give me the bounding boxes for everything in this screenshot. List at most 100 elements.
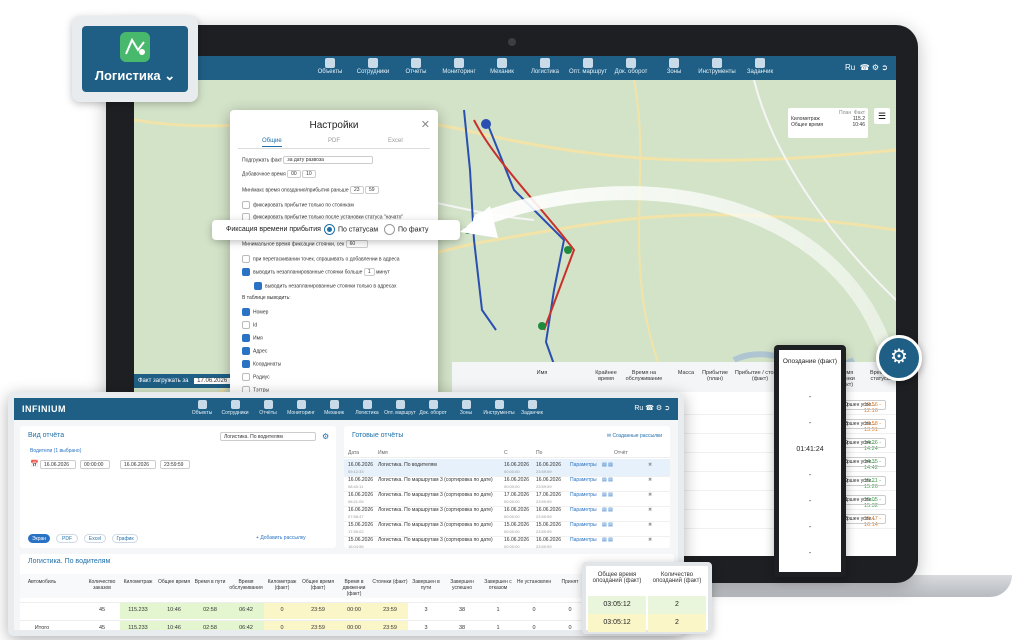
delete-icon[interactable]: ✖ — [648, 477, 652, 483]
parameters-link[interactable]: Параметры — [570, 462, 597, 468]
drivers-row[interactable]: Итого 45 115.233 10:46 02:58 06:42 0 23:59 00:00… — [20, 620, 674, 630]
report-download-icon[interactable]: ▤ ▤ — [602, 477, 613, 483]
column-checkbox[interactable] — [242, 321, 250, 329]
mailings-link[interactable]: ✉ Созданные рассылки — [607, 433, 662, 439]
report-download-icon[interactable]: ▤ ▤ — [602, 507, 613, 513]
delete-icon[interactable]: ✖ — [648, 507, 652, 513]
status-select[interactable]: ршен успе... — [844, 438, 886, 448]
nav-item[interactable]: Отчёты — [396, 58, 436, 75]
format-excel-button[interactable]: Excel — [84, 534, 106, 543]
window-nav-item[interactable]: Сотрудники — [217, 400, 253, 416]
fact-load-date[interactable]: 17.06.2026 — [194, 378, 231, 384]
nav-item[interactable]: Док. оборот — [611, 58, 651, 75]
nav-item[interactable]: Объекты — [310, 58, 350, 75]
window-nav-item[interactable]: Объекты — [184, 400, 220, 416]
window-nav-item[interactable]: Зоны — [448, 400, 484, 416]
logistics-badge[interactable]: Логистика ⌄ — [72, 16, 198, 102]
parameters-link[interactable]: Параметры — [570, 537, 597, 543]
checkbox-opt3[interactable] — [242, 255, 250, 263]
window-nav-item[interactable]: Заданчик — [514, 400, 550, 416]
column-option[interactable]: Номер — [242, 308, 268, 316]
radio-by-fact[interactable]: По факту — [384, 224, 428, 235]
window-nav-item[interactable]: Док. оборот — [415, 400, 451, 416]
window-nav-item[interactable]: Опт. маршрут — [382, 400, 418, 416]
drivers-row[interactable]: 45 115.233 10:46 02:58 06:42 0 23:59 00:00 23:59… — [20, 602, 674, 619]
extra-time-minutes[interactable]: 10 — [302, 170, 316, 178]
calendar-icon[interactable]: 📅 — [30, 460, 39, 468]
time-to-input[interactable]: 23:59:59 — [160, 460, 190, 469]
date-to-input[interactable]: 16.06.2026 — [120, 460, 156, 469]
report-download-icon[interactable]: ▤ ▤ — [602, 522, 613, 528]
nav-item[interactable]: Заданчик — [740, 58, 780, 75]
column-option[interactable]: Id — [242, 321, 257, 329]
tab-excel[interactable]: Excel — [388, 138, 403, 144]
opt-unplanned-row[interactable]: выводить незапланированные стоянки больш… — [242, 268, 390, 276]
time-from-input[interactable]: 00:00:00 — [80, 460, 110, 469]
format-screen-button[interactable]: Экран — [28, 534, 50, 543]
close-icon[interactable]: ✕ — [421, 118, 430, 131]
column-checkbox[interactable] — [242, 360, 250, 368]
nav-item[interactable]: Логистика — [525, 58, 565, 75]
nav-item[interactable]: Инструменты — [697, 58, 737, 75]
parameters-link[interactable]: Параметры — [570, 522, 597, 528]
load-fact-select[interactable]: за дату развоза — [283, 156, 374, 164]
layers-icon[interactable]: ☰ — [874, 108, 890, 124]
column-checkbox[interactable] — [242, 373, 250, 381]
opt-stops-row[interactable]: фиксировать прибытие только по стоянкам — [242, 201, 354, 209]
window-nav-actions[interactable]: Ru ☎ ⚙ ➲ — [634, 404, 670, 412]
column-checkbox[interactable] — [242, 334, 250, 342]
format-pdf-button[interactable]: PDF — [56, 534, 78, 543]
window-nav-item[interactable]: Инструменты — [481, 400, 517, 416]
window-nav-item[interactable]: Механик — [316, 400, 352, 416]
nav-item[interactable]: Сотрудники — [353, 58, 393, 75]
report-settings-icon[interactable]: ⚙ — [322, 432, 329, 441]
window-nav-item[interactable]: Логистика — [349, 400, 385, 416]
parameters-link[interactable]: Параметры — [570, 477, 597, 483]
delete-icon[interactable]: ✖ — [648, 537, 652, 543]
column-checkbox[interactable] — [242, 347, 250, 355]
status-select[interactable]: ршен успе... — [844, 514, 886, 524]
checkbox-opt5[interactable] — [254, 282, 262, 290]
window-nav-item[interactable]: Мониторинг — [283, 400, 319, 416]
drivers-link[interactable]: Водители (1 выбрано) — [30, 448, 81, 454]
delete-icon[interactable]: ✖ — [648, 522, 652, 528]
checkbox-opt1[interactable] — [242, 201, 250, 209]
column-checkbox[interactable] — [242, 308, 250, 316]
status-select[interactable]: ршен успе... — [844, 419, 886, 429]
format-chart-button[interactable]: График — [112, 534, 138, 543]
status-select[interactable]: ршен успе... — [844, 495, 886, 505]
nav-actions[interactable]: Ru ☎ ⚙ ➲ — [845, 63, 888, 72]
report-type-select[interactable]: Логистика. По водителям — [220, 432, 316, 441]
add-mailing-button[interactable]: + Добавить рассылку — [256, 535, 306, 541]
min-stop-input[interactable]: 60 — [345, 240, 368, 248]
opt-drag-row[interactable]: при перетаскивании точек, спрашивать о д… — [242, 255, 400, 263]
nav-item[interactable]: Мониторинг — [439, 58, 479, 75]
radio-by-status[interactable]: По статусам — [324, 224, 378, 235]
window-nav-item[interactable]: Отчёты — [250, 400, 286, 416]
column-option[interactable]: Адрес — [242, 347, 267, 355]
report-download-icon[interactable]: ▤ ▤ — [602, 462, 613, 468]
minmax-a[interactable]: 23 — [350, 186, 364, 194]
parameters-link[interactable]: Параметры — [570, 492, 597, 498]
report-download-icon[interactable]: ▤ ▤ — [602, 537, 613, 543]
extra-time-hours[interactable]: 00 — [287, 170, 301, 178]
lang-switch[interactable]: Ru — [845, 63, 855, 72]
status-select[interactable]: ршен успе... — [844, 476, 886, 486]
parameters-link[interactable]: Параметры — [570, 507, 597, 513]
radio-on-icon[interactable] — [324, 224, 335, 235]
tab-general[interactable]: Общие — [262, 138, 282, 147]
column-option[interactable]: Радиус — [242, 373, 270, 381]
report-download-icon[interactable]: ▤ ▤ — [602, 492, 613, 498]
opt-unplanned-addr-row[interactable]: выводить незапланированные стоянки тольк… — [254, 282, 397, 290]
radio-off-icon[interactable] — [384, 224, 395, 235]
tab-pdf[interactable]: PDF — [328, 138, 340, 144]
status-select[interactable]: ршен успе... — [844, 457, 886, 467]
nav-item[interactable]: Механик — [482, 58, 522, 75]
column-option[interactable]: Имя — [242, 334, 263, 342]
opt4-value[interactable]: 1 — [363, 268, 375, 276]
nav-item[interactable]: Зоны — [654, 58, 694, 75]
delete-icon[interactable]: ✖ — [648, 492, 652, 498]
date-from-input[interactable]: 16.06.2026 — [40, 460, 76, 469]
status-select[interactable]: ршен успе... — [844, 400, 886, 410]
checkbox-opt4[interactable] — [242, 268, 250, 276]
